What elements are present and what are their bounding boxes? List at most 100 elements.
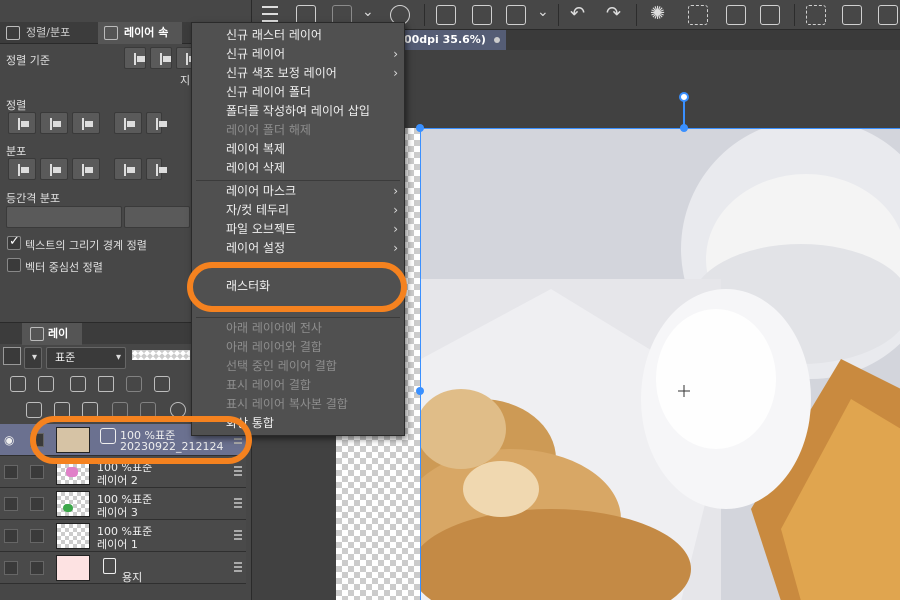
layer-lock-toggle[interactable] — [30, 561, 44, 575]
vector-center-checkbox[interactable] — [7, 258, 21, 272]
draft-layer-icon[interactable] — [70, 376, 86, 392]
canvas-photo[interactable] — [420, 128, 900, 600]
menu-duplicate-layer[interactable]: 레이어 복제 — [192, 140, 404, 159]
reference-layer-icon[interactable] — [38, 376, 54, 392]
menu-merge-down[interactable]: 아래 레이어와 결합 — [192, 338, 404, 357]
save-icon[interactable] — [506, 5, 526, 25]
transfer-down-icon[interactable] — [112, 402, 128, 418]
menu-rasterize[interactable]: 래스터화 — [192, 277, 404, 296]
layer-thumbnail — [56, 427, 90, 453]
layer-color-swatch[interactable] — [3, 347, 21, 365]
new-file-icon[interactable] — [436, 5, 456, 25]
lock-layer-icon[interactable] — [98, 376, 114, 392]
transform-icon[interactable] — [760, 5, 780, 25]
menu-file-object[interactable]: 파일 오브젝트 › — [192, 220, 404, 239]
menu-new-raster-layer[interactable]: 신규 래스터 레이어 — [192, 26, 404, 45]
align-middle-button[interactable] — [146, 112, 167, 134]
menu-new-correction-layer[interactable]: 신규 색조 보정 레이어 › — [192, 64, 404, 83]
equal-spacing-vertical-button[interactable] — [6, 206, 122, 228]
visibility-toggle[interactable] — [4, 561, 18, 575]
distribute-center-button[interactable] — [146, 158, 167, 180]
layer-row-3[interactable]: 100 %표준 레이어 3 — [0, 488, 246, 520]
menu-insert-into-folder[interactable]: 폴더를 작성하여 레이어 삽입 — [192, 102, 404, 121]
mask-enable-icon[interactable] — [154, 376, 170, 392]
layer-menu-icon[interactable] — [234, 466, 242, 476]
equal-spacing-horizontal-button[interactable] — [124, 206, 190, 228]
text-bounds-checkbox[interactable] — [7, 234, 21, 250]
distribute-middle-button[interactable] — [40, 158, 68, 180]
new-vector-layer-icon[interactable] — [54, 402, 70, 418]
layer-row-paper[interactable]: 용지 — [0, 552, 246, 584]
layer-lock-toggle[interactable] — [30, 529, 44, 543]
layer-menu-icon[interactable] — [234, 562, 242, 572]
distribute-top-button[interactable] — [8, 158, 36, 180]
select-all-icon[interactable] — [688, 5, 708, 25]
menu-layer-settings[interactable]: 레이어 설정 › — [192, 239, 404, 258]
top-handle[interactable] — [680, 124, 688, 132]
menu-flatten-image[interactable]: 화상 통합 — [192, 414, 404, 433]
menu-ruler-frame[interactable]: 자/컷 테두리 › — [192, 201, 404, 220]
distribute-bottom-button[interactable] — [72, 158, 100, 180]
clip-layer-icon[interactable] — [10, 376, 26, 392]
menu-separator — [196, 317, 400, 318]
layer-lock-toggle[interactable] — [30, 465, 44, 479]
align-center-button[interactable] — [40, 112, 68, 134]
align-basis-button-1[interactable] — [124, 47, 146, 69]
layer-row-1[interactable]: 100 %표준 레이어 1 — [0, 520, 246, 552]
redo-icon[interactable]: ↷ — [606, 3, 621, 24]
open-folder-icon[interactable] — [472, 5, 492, 25]
menu-new-layer-folder[interactable]: 신규 레이어 폴더 — [192, 83, 404, 102]
eye-icon[interactable]: ◉ — [4, 433, 18, 447]
create-mask-icon[interactable] — [170, 402, 186, 418]
combine-down-icon[interactable] — [140, 402, 156, 418]
layer-color-dropdown[interactable]: ▾ — [24, 347, 42, 369]
menu-transfer-to-lower[interactable]: 아래 레이어에 전사 — [192, 319, 404, 338]
chevron-down-icon[interactable]: ⌄ — [362, 4, 374, 20]
lock-transparent-icon[interactable] — [126, 376, 142, 392]
top-left-handle[interactable] — [416, 124, 424, 132]
menu-delete-layer[interactable]: 레이어 삭제 — [192, 159, 404, 178]
menu-merge-selected[interactable]: 선택 중인 레이어 결합 — [192, 357, 404, 376]
menu-merge-visible-copy[interactable]: 표시 레이어 복사본 결합 — [192, 395, 404, 414]
invert-selection-icon[interactable] — [842, 5, 862, 25]
layer-menu-icon[interactable] — [234, 530, 242, 540]
tab-layer[interactable]: 레이어 — [22, 323, 82, 362]
chevron-down-icon[interactable]: ⌄ — [537, 4, 549, 20]
align-left-button[interactable] — [8, 112, 36, 134]
show-selection-icon[interactable] — [878, 5, 898, 25]
align-top-button[interactable] — [114, 112, 142, 134]
visibility-toggle[interactable] — [4, 497, 18, 511]
visibility-toggle[interactable] — [4, 529, 18, 543]
menu-layer-mask[interactable]: 레이어 마스크 › — [192, 182, 404, 201]
layer-menu-icon[interactable] — [234, 498, 242, 508]
document-tab[interactable]: 00dpi 35.6%) — [402, 30, 506, 50]
undo-icon[interactable]: ↶ — [570, 3, 585, 24]
menu-release-folder[interactable]: 레이어 폴더 해제 — [192, 121, 404, 140]
blend-mode-select[interactable]: 표준 ▾ — [46, 347, 126, 369]
tab-align-distribute[interactable]: 정렬/분포 — [0, 22, 98, 44]
paper-layer-icon — [103, 558, 116, 574]
layer-lock-toggle[interactable] — [30, 433, 44, 447]
layer-row-2[interactable]: 100 %표준 레이어 2 — [0, 456, 246, 488]
menu-merge-visible[interactable]: 표시 레이어 결합 — [192, 376, 404, 395]
tab-layer-properties[interactable]: 레이어 속성 — [98, 22, 182, 61]
layer-name: 20230922_212124 — [120, 440, 224, 453]
fill-icon[interactable] — [726, 5, 746, 25]
align-right-button[interactable] — [72, 112, 100, 134]
distribute-left-button[interactable] — [114, 158, 142, 180]
layer-lock-toggle[interactable] — [30, 497, 44, 511]
align-basis-button-2[interactable] — [150, 47, 172, 69]
menu-new-layer[interactable]: 신규 레이어 › — [192, 45, 404, 64]
loading-icon[interactable]: ✺ — [650, 3, 665, 24]
left-handle[interactable] — [416, 387, 424, 395]
deselect-icon[interactable] — [806, 5, 826, 25]
close-tab-icon[interactable] — [493, 37, 500, 43]
new-raster-layer-icon[interactable] — [26, 402, 42, 418]
opacity-slider[interactable] — [132, 350, 190, 360]
hamburger-menu-icon[interactable] — [262, 6, 278, 22]
visibility-toggle[interactable] — [4, 465, 18, 479]
submenu-arrow-icon: › — [393, 241, 398, 255]
submenu-arrow-icon: › — [393, 47, 398, 61]
new-folder-icon[interactable] — [82, 402, 98, 418]
rotate-handle[interactable] — [679, 92, 689, 102]
